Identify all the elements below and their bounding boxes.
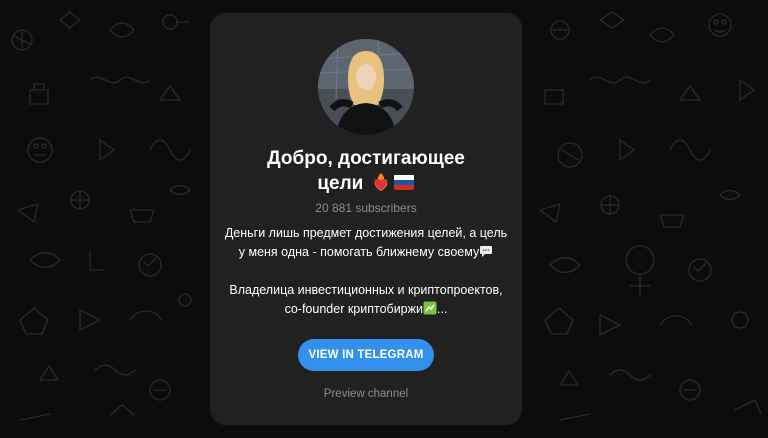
currency-exchange-icon bbox=[423, 301, 437, 315]
channel-title: Добро, достигающее цели bbox=[230, 146, 502, 196]
description-line-4: co-founder криптобиржи bbox=[284, 302, 423, 316]
channel-avatar bbox=[318, 39, 414, 135]
channel-preview-card: Добро, достигающее цели 20 881 subscribe… bbox=[210, 13, 522, 425]
description-line-3: Владелица инвестиционных и криптопроекто… bbox=[229, 283, 503, 297]
channel-title-line2: цели bbox=[317, 173, 364, 194]
speech-bubble-icon bbox=[480, 246, 493, 257]
channel-description: Деньги лишь предмет достижения целей, а … bbox=[224, 224, 508, 319]
channel-title-line1: Добро, достигающее bbox=[267, 148, 465, 169]
description-ellipsis: ... bbox=[436, 302, 448, 316]
description-line-2: у меня одна - помогать ближнему своему bbox=[238, 245, 480, 259]
subscriber-count: 20 881 subscribers bbox=[315, 201, 417, 215]
preview-channel-link[interactable]: Preview channel bbox=[230, 387, 502, 401]
view-in-telegram-button[interactable]: VIEW IN TELEGRAM bbox=[298, 339, 434, 371]
russia-flag-icon bbox=[393, 175, 414, 190]
heart-on-fire-icon bbox=[374, 173, 388, 191]
description-line-1: Деньги лишь предмет достижения целей, а … bbox=[224, 226, 508, 240]
